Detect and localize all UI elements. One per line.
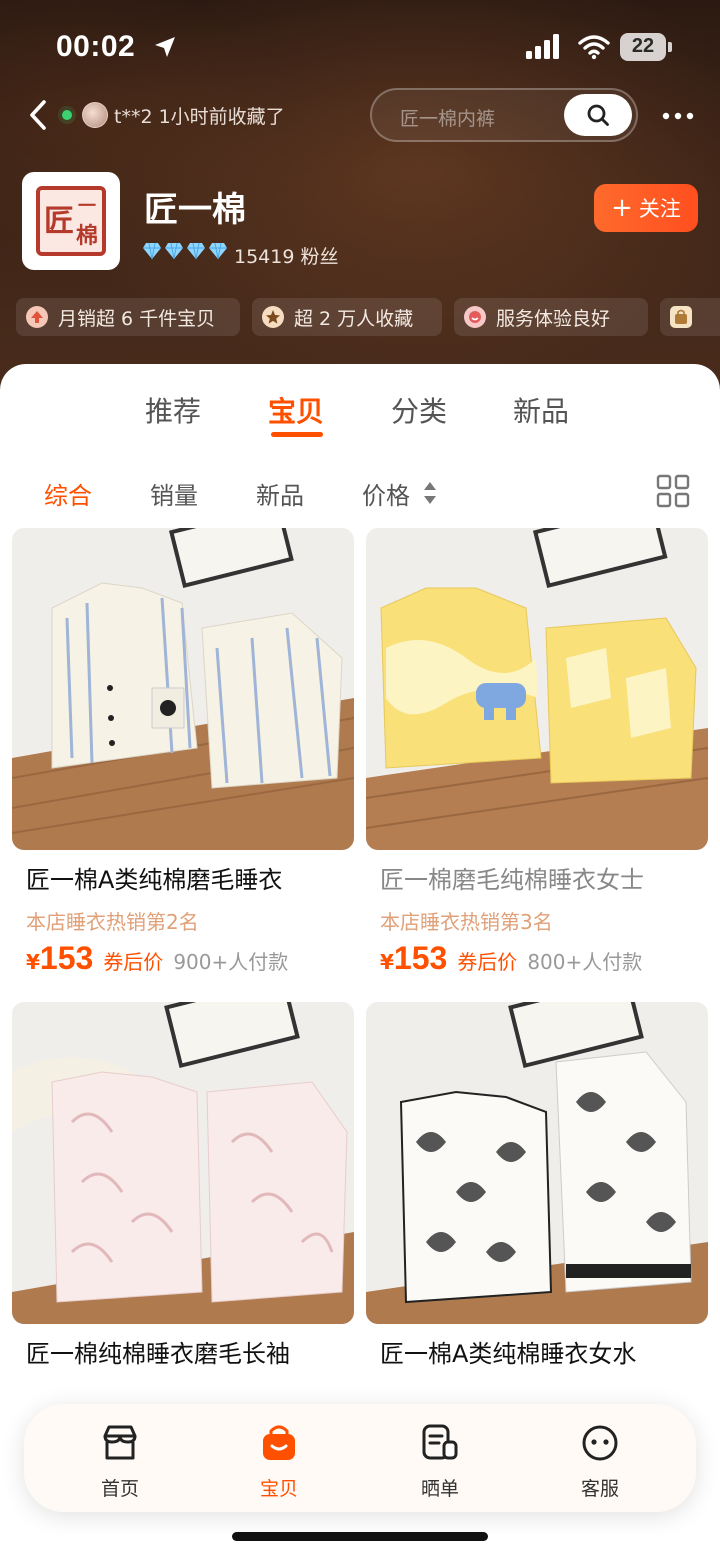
home-indicator [232, 1532, 488, 1541]
back-arrow-icon[interactable] [24, 98, 54, 132]
diamond-icon [143, 242, 161, 260]
follow-button[interactable]: + 关注 [594, 184, 698, 232]
status-bar: 00:02 22 [0, 0, 720, 90]
shop-logo[interactable]: 匠 一 棉 [22, 172, 120, 270]
bottom-nav: 首页 宝贝 晒单 客服 [24, 1404, 696, 1512]
currency-symbol: ¥ [26, 950, 40, 974]
logo-char-1: 匠 [44, 204, 74, 239]
highlight-service-label: 服务体验良好 [496, 307, 611, 330]
main-tabs: 推荐 宝贝 分类 新品 [0, 364, 720, 454]
grid-view-icon[interactable] [656, 474, 690, 508]
product-image[interactable] [12, 1002, 354, 1324]
sort-sales[interactable]: 销量 [150, 476, 198, 511]
sort-price[interactable]: 价格 [362, 476, 410, 511]
product-price: 153 [393, 940, 448, 976]
visitor-avatar [82, 102, 108, 128]
search-input[interactable]: 匠一棉内裤 [370, 88, 638, 142]
sort-new[interactable]: 新品 [256, 476, 304, 511]
product-title[interactable]: 匠一棉纯棉睡衣磨毛长袖 [26, 1334, 346, 1369]
product-image[interactable] [366, 528, 708, 850]
tab-recommend[interactable]: 推荐 [145, 390, 201, 430]
review-photos-icon [422, 1424, 458, 1460]
service-smile-icon [464, 306, 486, 328]
top-nav: t**2 1小时前收藏了 匠一棉内裤 [0, 88, 720, 142]
price-row: ¥ 153 券后价 800+人付款 [380, 940, 642, 980]
star-icon [262, 306, 284, 328]
highlight-sales[interactable]: 月销超 6 千件宝贝 [16, 298, 240, 336]
sort-arrows-icon[interactable] [422, 480, 438, 506]
product-rank-badge: 本店睡衣热销第3名 [380, 910, 553, 934]
recent-visitor-notice: t**2 1小时前收藏了 [62, 98, 285, 132]
nav-home[interactable]: 首页 [80, 1422, 160, 1501]
sort-overall[interactable]: 综合 [44, 476, 92, 511]
seal-logo: 匠 一 棉 [36, 186, 106, 256]
nav-items-label: 宝贝 [259, 1478, 298, 1500]
sort-bar: 综合 销量 新品 价格 [0, 464, 720, 524]
plus-icon: + [611, 193, 633, 223]
tab-items[interactable]: 宝贝 [268, 390, 324, 430]
shopping-bag-icon [263, 1425, 295, 1460]
search-placeholder: 匠一棉内裤 [400, 108, 496, 130]
product-title[interactable]: 匠一棉A类纯棉磨毛睡衣 [26, 860, 346, 895]
highlight-service[interactable]: 服务体验良好 [454, 298, 648, 336]
diamond-icon [165, 242, 183, 260]
follow-label: 关注 [638, 197, 681, 221]
fans-count: 15419 粉丝 [234, 246, 339, 268]
cellular-signal-icon [526, 34, 559, 59]
price-row: ¥ 153 券后价 900+人付款 [26, 940, 288, 980]
shop-name: 匠一棉 [144, 190, 246, 230]
active-tab-indicator [271, 432, 323, 437]
product-rank-badge: 本店睡衣热销第2名 [26, 910, 199, 934]
customer-service-icon [582, 1425, 618, 1461]
visitor-text: t**2 1小时前收藏了 [114, 105, 285, 128]
nav-reviews[interactable]: 晒单 [400, 1422, 480, 1501]
shopping-bag-icon [670, 306, 692, 328]
highlight-more[interactable] [660, 298, 720, 336]
nav-service-label: 客服 [580, 1478, 619, 1500]
product-image[interactable] [12, 528, 354, 850]
more-icon[interactable] [658, 102, 698, 130]
coupon-price-label: 券后价 [103, 950, 164, 974]
location-arrow-icon [155, 37, 175, 57]
battery-level: 22 [631, 35, 655, 57]
status-time: 00:02 [56, 30, 136, 63]
diamond-icon [187, 242, 205, 260]
logo-char-2: 一 [78, 196, 96, 217]
payment-count: 800+人付款 [527, 950, 643, 974]
product-title[interactable]: 匠一棉磨毛纯棉睡衣女士 [380, 860, 700, 895]
currency-symbol: ¥ [380, 950, 394, 974]
logo-char-3: 棉 [76, 223, 99, 249]
wifi-icon [578, 35, 610, 60]
diamond-icon [209, 242, 227, 260]
shop-highlights: 月销超 6 千件宝贝 超 2 万人收藏 服务体验良好 [0, 298, 720, 338]
shop-header: 00:02 22 t**2 1小时前收藏了 匠一棉内裤 匠 一 棉 匠一棉 15… [0, 0, 720, 400]
highlight-favorites-label: 超 2 万人收藏 [294, 307, 414, 330]
nav-items[interactable]: 宝贝 [239, 1422, 319, 1501]
shop-home-icon [103, 1425, 137, 1460]
highlight-favorites[interactable]: 超 2 万人收藏 [252, 298, 442, 336]
nav-reviews-label: 晒单 [420, 1478, 459, 1500]
battery-icon: 22 [620, 33, 672, 61]
online-dot-icon [62, 110, 72, 120]
product-price: 153 [39, 940, 94, 976]
sales-up-icon [26, 306, 48, 328]
product-title[interactable]: 匠一棉A类纯棉睡衣女水 [380, 1334, 700, 1369]
search-icon [587, 104, 609, 126]
highlight-sales-label: 月销超 6 千件宝贝 [58, 307, 216, 330]
tab-new[interactable]: 新品 [513, 390, 569, 430]
coupon-price-label: 券后价 [457, 950, 518, 974]
shop-info: 匠 一 棉 匠一棉 15419 粉丝 + 关注 [0, 170, 720, 270]
nav-home-label: 首页 [100, 1478, 139, 1500]
nav-service[interactable]: 客服 [560, 1422, 640, 1501]
tab-categories[interactable]: 分类 [391, 390, 447, 430]
product-image[interactable] [366, 1002, 708, 1324]
payment-count: 900+人付款 [173, 950, 289, 974]
shop-rating-diamonds [142, 242, 228, 260]
search-button[interactable] [564, 94, 632, 136]
shop-content: 推荐 宝贝 分类 新品 综合 销量 新品 价格 匠一棉A类纯棉磨毛睡衣 本店睡衣… [0, 364, 720, 1558]
